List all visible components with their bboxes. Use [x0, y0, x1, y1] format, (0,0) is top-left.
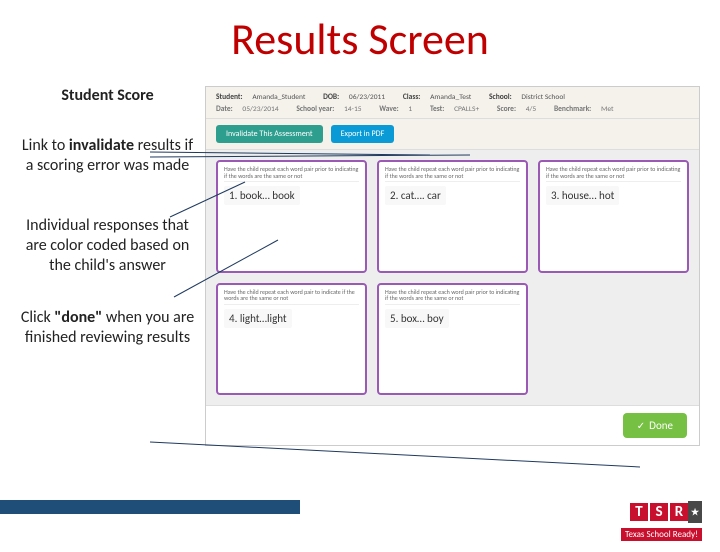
label: DOB: [323, 93, 339, 102]
logo-letter: R [668, 501, 690, 523]
label: Benchmark: [554, 105, 591, 114]
value: 06/23/2011 [349, 93, 385, 102]
card-answer: 4. light…light [224, 309, 292, 328]
value: CPALLS+ [454, 105, 479, 114]
brand-block: T S R ★ Texas School Ready! [621, 501, 702, 542]
label: Wave: [379, 105, 398, 114]
value: 4/5 [526, 105, 537, 114]
label: Date: [216, 105, 233, 114]
app-header: Student: Amanda_Student DOB: 06/23/2011 … [206, 87, 699, 119]
app-footer: Done [206, 405, 699, 445]
results-app: Student: Amanda_Student DOB: 06/23/2011 … [205, 86, 700, 446]
text: Link to [22, 136, 69, 155]
star-icon: ★ [688, 501, 702, 523]
slide-title: Results Screen [0, 12, 720, 66]
annotation-heading: Student Score [20, 86, 195, 106]
card-prompt: Have the child repeat each word pair pri… [224, 166, 359, 182]
decorative-bar [0, 500, 300, 514]
header-row-2: Date: 05/23/2014 School year: 14-15 Wave… [216, 105, 689, 114]
annotation-done: Click "done" when you are finished revie… [20, 308, 195, 348]
card-answer: 5. box… boy [385, 309, 449, 328]
card-prompt: Have the child repeat each word pair to … [224, 289, 359, 305]
text-bold: invalidate [69, 136, 134, 155]
card-answer: 1. book… book [224, 186, 300, 205]
annotation-responses: Individual responses that are color code… [20, 216, 195, 276]
card-prompt: Have the child repeat each word pair pri… [385, 166, 520, 182]
card-prompt: Have the child repeat each word pair pri… [546, 166, 681, 182]
annotations-column: Student Score Link to invalidate results… [0, 86, 205, 446]
response-card: Have the child repeat each word pair pri… [377, 160, 528, 273]
button-row: Invalidate This Assessment Export in PDF [206, 119, 699, 150]
logo-letter: S [648, 501, 670, 523]
value: 14-15 [344, 105, 362, 114]
value: Amanda_Test [430, 93, 471, 102]
logo-letter: T [628, 501, 650, 523]
response-card: Have the child repeat each word pair to … [216, 283, 367, 396]
card-answer: 2. cat…. car [385, 186, 446, 205]
value: 1 [408, 105, 412, 114]
header-row-1: Student: Amanda_Student DOB: 06/23/2011 … [216, 93, 689, 102]
value: District School [521, 93, 565, 102]
tsr-logo: T S R ★ [628, 501, 702, 523]
response-card: Have the child repeat each word pair pri… [216, 160, 367, 273]
cards-grid: Have the child repeat each word pair pri… [206, 150, 699, 405]
label: School: [489, 93, 512, 102]
text: Click [21, 308, 55, 327]
done-button[interactable]: Done [623, 413, 687, 438]
label: Test: [430, 105, 444, 114]
card-prompt: Have the child repeat each word pair pri… [385, 289, 520, 305]
value: Met [601, 105, 614, 114]
brand-tagline: Texas School Ready! [621, 528, 702, 541]
text-bold: "done" [54, 308, 102, 327]
annotation-invalidate: Link to invalidate results if a scoring … [20, 136, 195, 176]
label: Class: [403, 93, 421, 102]
invalidate-button[interactable]: Invalidate This Assessment [216, 125, 323, 143]
value: 05/23/2014 [242, 105, 278, 114]
response-card: Have the child repeat each word pair pri… [538, 160, 689, 273]
label: School year: [296, 105, 334, 114]
label: Student: [216, 93, 243, 102]
card-answer: 3. house… hot [546, 186, 619, 205]
content-row: Student Score Link to invalidate results… [0, 86, 720, 446]
label: Score: [497, 105, 516, 114]
value: Amanda_Student [252, 93, 305, 102]
response-card: Have the child repeat each word pair pri… [377, 283, 528, 396]
export-pdf-button[interactable]: Export in PDF [331, 125, 395, 143]
